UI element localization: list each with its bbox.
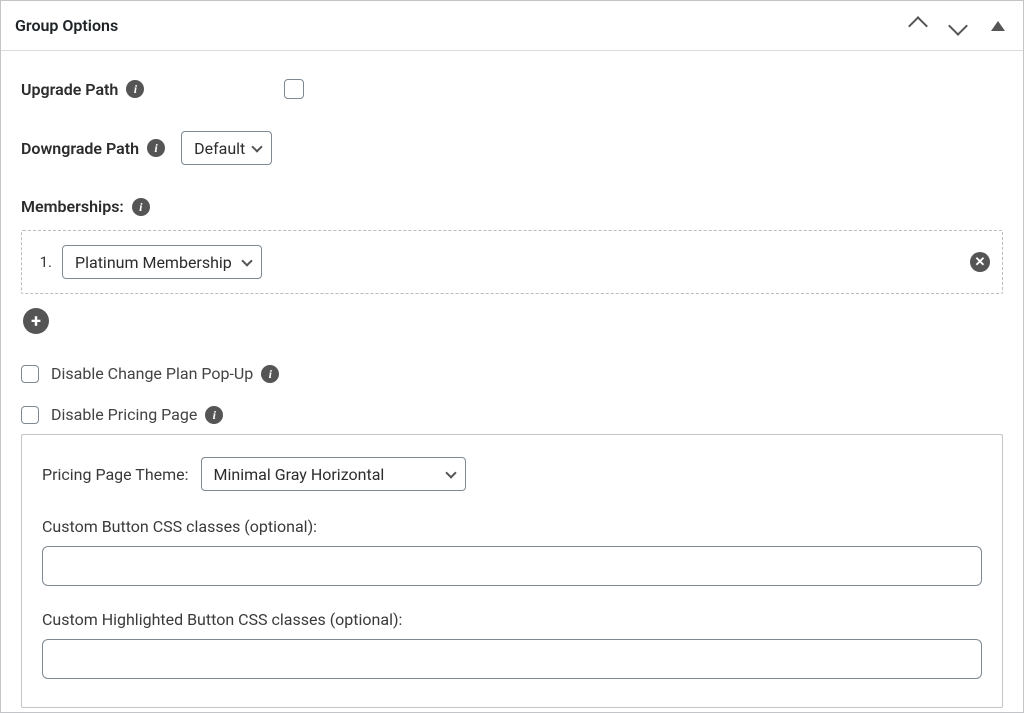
upgrade-path-label-text: Upgrade Path (21, 80, 118, 99)
info-icon[interactable]: i (126, 80, 144, 98)
remove-membership-button[interactable]: ✕ (970, 252, 990, 272)
pricing-settings-box: Pricing Page Theme: Minimal Gray Horizon… (21, 434, 1003, 708)
group-options-metabox: Group Options Upgrade Path i Downgrade P… (0, 0, 1024, 713)
add-membership-button[interactable]: + (23, 308, 49, 334)
highlight-css-label: Custom Highlighted Button CSS classes (o… (42, 610, 982, 629)
panel-title: Group Options (15, 16, 118, 35)
info-icon[interactable]: i (261, 365, 279, 383)
pricing-theme-select[interactable]: Minimal Gray Horizontal (201, 457, 466, 491)
membership-value: Platinum Membership (75, 253, 235, 272)
pricing-theme-value: Minimal Gray Horizontal (214, 465, 439, 484)
upgrade-path-checkbox[interactable] (284, 79, 304, 99)
button-css-label: Custom Button CSS classes (optional): (42, 517, 982, 536)
close-icon: ✕ (975, 255, 986, 270)
disable-pricing-label: Disable Pricing Page i (51, 405, 223, 424)
header-controls (907, 15, 1009, 37)
move-up-button[interactable] (907, 15, 929, 37)
metabox-body: Upgrade Path i Downgrade Path i Default … (1, 51, 1023, 712)
disable-pricing-row: Disable Pricing Page i (21, 405, 1003, 424)
disable-pricing-label-text: Disable Pricing Page (51, 405, 197, 424)
downgrade-path-label-text: Downgrade Path (21, 139, 139, 158)
button-css-input[interactable] (42, 546, 982, 586)
memberships-label-row: Memberships: i (21, 197, 1003, 216)
disable-popup-checkbox[interactable] (21, 365, 39, 383)
triangle-up-icon (991, 21, 1005, 31)
disable-popup-label-text: Disable Change Plan Pop-Up (51, 364, 253, 383)
disable-pricing-checkbox[interactable] (21, 406, 39, 424)
chevron-down-icon (241, 255, 252, 266)
memberships-label-text: Memberships: (21, 197, 124, 216)
metabox-header: Group Options (1, 1, 1023, 51)
downgrade-path-row: Downgrade Path i Default (21, 131, 1003, 165)
chevron-down-icon (948, 16, 968, 36)
membership-item-row: 1. Platinum Membership ✕ (21, 230, 1003, 294)
chevron-down-icon (445, 467, 456, 478)
membership-index: 1. (34, 253, 52, 271)
plus-icon: + (31, 311, 41, 332)
move-down-button[interactable] (947, 15, 969, 37)
info-icon[interactable]: i (147, 139, 165, 157)
disable-popup-row: Disable Change Plan Pop-Up i (21, 364, 1003, 383)
pricing-theme-row: Pricing Page Theme: Minimal Gray Horizon… (42, 457, 982, 491)
collapse-toggle-button[interactable] (987, 15, 1009, 37)
memberships-label: Memberships: i (21, 197, 150, 216)
downgrade-path-value: Default (194, 139, 245, 158)
highlight-css-input[interactable] (42, 639, 982, 679)
downgrade-path-label: Downgrade Path i (21, 139, 165, 158)
upgrade-path-row: Upgrade Path i (21, 79, 1003, 99)
chevron-down-icon (252, 141, 263, 152)
info-icon[interactable]: i (205, 406, 223, 424)
chevron-up-icon (908, 16, 928, 36)
disable-popup-label: Disable Change Plan Pop-Up i (51, 364, 279, 383)
downgrade-path-select[interactable]: Default (181, 131, 272, 165)
upgrade-path-label: Upgrade Path i (21, 80, 144, 99)
membership-select[interactable]: Platinum Membership (62, 245, 262, 279)
info-icon[interactable]: i (132, 198, 150, 216)
pricing-theme-label: Pricing Page Theme: (42, 465, 189, 484)
